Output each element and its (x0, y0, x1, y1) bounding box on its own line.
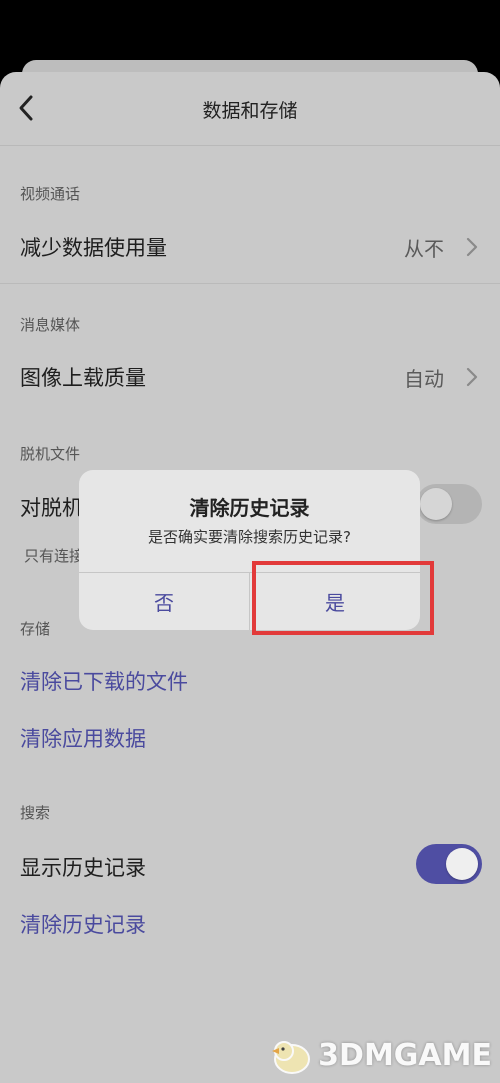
upload-quality-label: 图像上载质量 (20, 366, 146, 390)
upload-quality-value: 自动 (404, 367, 444, 391)
chevron-right-icon (466, 237, 478, 257)
toggle-knob (446, 848, 478, 880)
dialog-message: 是否确实要清除搜索历史记录? (148, 528, 351, 546)
watermark: 3DMGAME (268, 1033, 492, 1077)
highlight-box (252, 561, 434, 635)
duck-mascot-icon (272, 1041, 311, 1074)
section-label-search: 搜索 (20, 804, 51, 822)
toggle-knob (420, 488, 452, 520)
dialog-title: 清除历史记录 (189, 496, 310, 520)
section-label-media: 消息媒体 (20, 316, 81, 334)
reduce-data-value: 从不 (404, 237, 444, 261)
header: 数据和存储 (0, 72, 500, 146)
clear-app-data-link[interactable]: 清除应用数据 (20, 723, 146, 753)
section-label-offline: 脱机文件 (20, 445, 81, 463)
section-label-storage: 存储 (20, 620, 51, 638)
offline-label: 对脱机 (20, 496, 83, 520)
section-label-video-call: 视频通话 (20, 185, 81, 203)
chevron-right-icon (466, 367, 478, 387)
show-history-label: 显示历史记录 (20, 856, 146, 880)
show-history-toggle[interactable] (416, 844, 482, 884)
reduce-data-label: 减少数据使用量 (20, 236, 167, 260)
no-button[interactable]: 否 (79, 573, 249, 630)
offline-toggle[interactable] (416, 484, 482, 524)
watermark-text: 3DMGAME (318, 1037, 492, 1073)
clear-downloads-link[interactable]: 清除已下载的文件 (20, 666, 188, 696)
offline-note: 只有连接 (24, 547, 85, 565)
divider (0, 283, 500, 284)
clear-history-link[interactable]: 清除历史记录 (20, 909, 146, 939)
page-title: 数据和存储 (202, 100, 298, 122)
